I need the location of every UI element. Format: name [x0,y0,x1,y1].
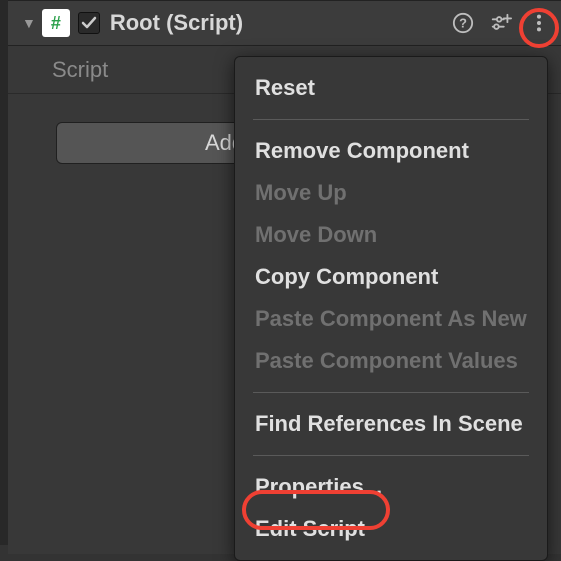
menu-paste-as-new: Paste Component As New [235,298,547,340]
menu-paste-values: Paste Component Values [235,340,547,382]
menu-reset[interactable]: Reset [235,67,547,109]
menu-separator [253,119,529,120]
menu-remove-component[interactable]: Remove Component [235,130,547,172]
menu-separator [253,392,529,393]
menu-find-references[interactable]: Find References In Scene [235,403,547,445]
enable-checkbox[interactable] [78,12,100,34]
component-title: Root (Script) [110,10,451,36]
kebab-menu-icon[interactable] [527,11,551,35]
menu-move-up: Move Up [235,172,547,214]
preset-icon[interactable] [489,11,513,35]
menu-copy-component[interactable]: Copy Component [235,256,547,298]
help-icon[interactable]: ? [451,11,475,35]
component-context-menu: Reset Remove Component Move Up Move Down… [234,56,548,561]
menu-move-down: Move Down [235,214,547,256]
foldout-toggle[interactable]: ▼ [22,15,36,31]
menu-properties[interactable]: Properties... [235,466,547,508]
svg-text:?: ? [459,16,467,31]
gutter [0,0,8,545]
script-icon: # [42,9,70,37]
component-header: ▼ # Root (Script) ? [8,0,561,46]
menu-edit-script[interactable]: Edit Script [235,508,547,550]
menu-separator [253,455,529,456]
script-property-label: Script [52,57,108,83]
